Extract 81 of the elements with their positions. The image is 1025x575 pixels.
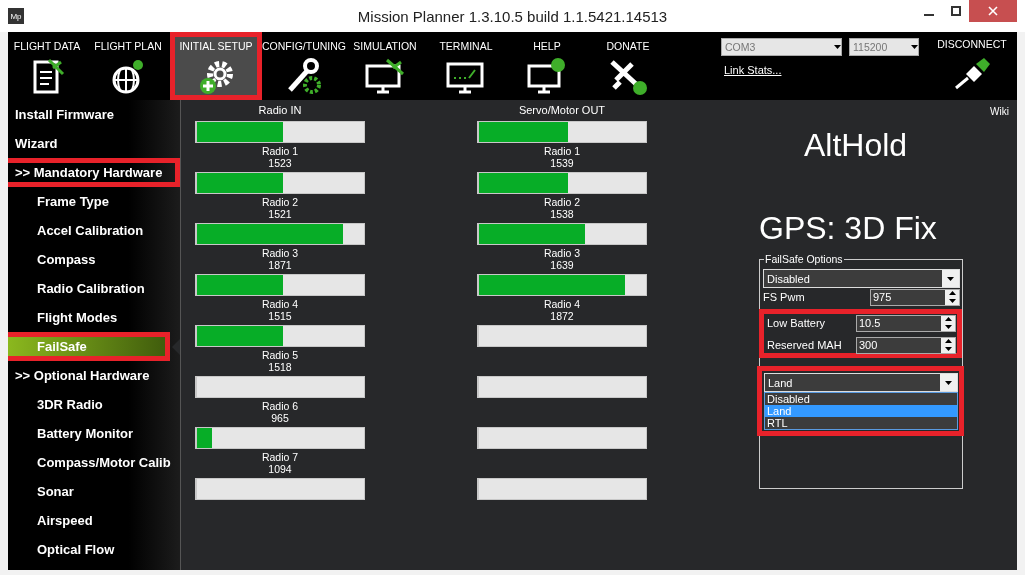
group-title: FailSafe Options <box>764 253 844 265</box>
channel-name: Radio 5 <box>261 349 299 361</box>
channel-value: 1539 <box>550 157 574 169</box>
channel-value: 1523 <box>268 157 292 169</box>
sidebar-item[interactable]: Install Firmware <box>8 100 180 129</box>
dropdown-option[interactable]: RTL <box>765 417 957 429</box>
close-icon <box>988 6 998 16</box>
wiki-link[interactable]: Wiki <box>990 106 1009 117</box>
field-label: Reserved MAH <box>767 339 842 351</box>
sidebar-item[interactable]: 3DR Radio <box>8 390 180 419</box>
column-title: Servo/Motor OUT <box>517 104 607 118</box>
channel-value: 1871 <box>268 259 292 271</box>
channel-name: Radio 1 <box>543 145 581 157</box>
down-icon[interactable] <box>944 324 952 329</box>
channel-name: Radio 2 <box>543 196 581 208</box>
down-icon[interactable] <box>948 298 956 303</box>
flight-mode: AltHold <box>804 127 909 164</box>
caret-icon[interactable] <box>945 380 952 385</box>
field-label: FS Pwm <box>763 291 805 303</box>
sidebar-item[interactable]: >> Mandatory Hardware <box>8 158 180 187</box>
number-field[interactable]: 10.5 <box>856 314 956 332</box>
caret-icon[interactable] <box>947 276 954 281</box>
gps-status: GPS: 3D Fix <box>759 210 938 247</box>
plug-icon <box>952 56 992 90</box>
toolbar-tab[interactable]: HELP <box>508 32 586 100</box>
channel-value: 1639 <box>550 259 574 271</box>
sidebar-item[interactable]: Wizard <box>8 129 180 158</box>
down-icon[interactable] <box>944 346 952 351</box>
channel-value: 1515 <box>268 310 292 322</box>
channel-name: Radio 6 <box>261 400 299 412</box>
channel-name: Radio 4 <box>261 298 299 310</box>
channel-value: 1538 <box>550 208 574 220</box>
sidebar-item[interactable]: >> Optional Hardware <box>8 361 180 390</box>
number-field[interactable]: 300 <box>856 336 956 354</box>
toolbar-tab[interactable]: INITIAL SETUP <box>170 32 262 100</box>
sidebar-item[interactable]: Radio Calibration <box>8 274 180 303</box>
toolbar-tab[interactable]: SIMULATION <box>346 32 424 100</box>
channel-name: Radio 1 <box>261 145 299 157</box>
sidebar-item[interactable]: Compass <box>8 245 180 274</box>
field-label: Low Battery <box>767 317 826 329</box>
port-select[interactable]: COM3 <box>721 38 842 56</box>
sidebar-item[interactable]: Flight Modes <box>8 303 180 332</box>
toolbar-tab[interactable]: FLIGHT PLAN <box>89 32 167 100</box>
sidebar-item[interactable]: Battery Monitor <box>8 419 180 448</box>
toolbar-tab[interactable]: TERMINAL <box>427 32 505 100</box>
up-icon[interactable] <box>944 339 952 344</box>
channel-value: 1872 <box>550 310 574 322</box>
monitor-icon <box>363 56 407 96</box>
channel-name: Radio 3 <box>543 247 581 259</box>
channel-name: Radio 4 <box>543 298 581 310</box>
up-icon[interactable] <box>944 317 952 322</box>
sidebar-item[interactable]: Compass/Motor Calib <box>8 448 180 477</box>
sidebar-item[interactable]: Accel Calibration <box>8 216 180 245</box>
channel-value: 1094 <box>268 463 292 475</box>
caret-icon[interactable] <box>911 45 918 49</box>
column-title: Radio IN <box>257 104 303 118</box>
window-title: Mission Planner 1.3.10.5 build 1.1.5421.14513 <box>357 7 668 25</box>
link-stats-link[interactable]: Link Stats... <box>724 64 919 76</box>
baud-select[interactable]: 115200 <box>849 38 919 56</box>
sidebar-item[interactable]: Airspeed <box>8 506 180 535</box>
action-select[interactable]: Land <box>764 373 958 392</box>
number-field[interactable]: 975 <box>870 288 960 306</box>
channel-value: 965 <box>271 412 289 424</box>
sidebar-item[interactable]: Optical Flow <box>8 535 180 564</box>
sidebar-item[interactable]: Frame Type <box>8 187 180 216</box>
channel-name: Radio 2 <box>261 196 299 208</box>
failsafe-select[interactable]: Disabled <box>763 269 960 288</box>
app-logo: Mp <box>8 8 24 24</box>
channel-name: Radio 7 <box>261 451 299 463</box>
channel-value: 1518 <box>268 361 292 373</box>
disconnect-button[interactable]: DISCONNECT <box>927 38 1017 100</box>
caret-icon[interactable] <box>834 45 841 49</box>
maximize-icon <box>950 6 961 16</box>
sidebar-item[interactable]: Sonar <box>8 477 180 506</box>
toolbar-tab[interactable]: FLIGHT DATA <box>8 32 86 100</box>
up-icon[interactable] <box>948 291 956 296</box>
dropdown-option[interactable]: Disabled <box>765 393 957 405</box>
channel-value: 1521 <box>268 208 292 220</box>
toolbar-tab[interactable]: DONATE <box>589 32 667 100</box>
minimize-icon <box>923 14 934 16</box>
channel-name: Radio 3 <box>261 247 299 259</box>
